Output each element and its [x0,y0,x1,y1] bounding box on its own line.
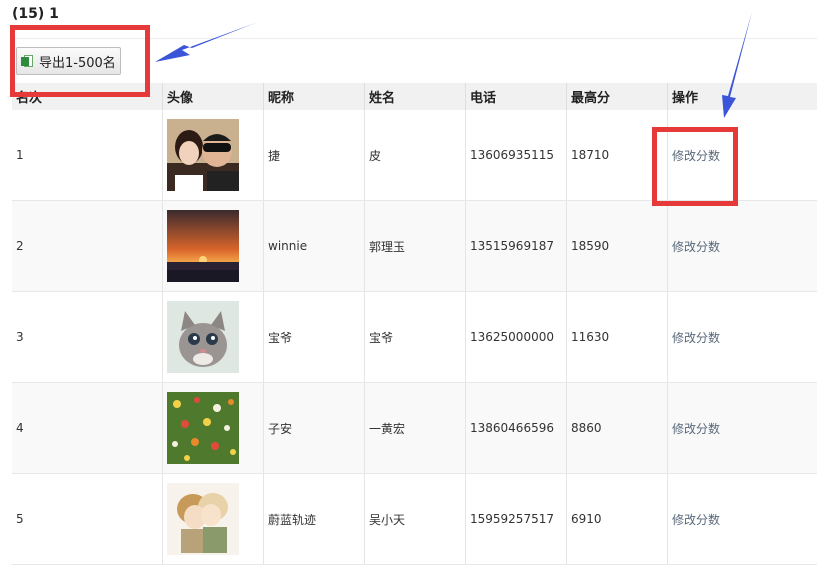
arrow-to-export [155,22,258,62]
annotation-arrows [155,12,752,118]
arrow-to-action [722,12,752,118]
